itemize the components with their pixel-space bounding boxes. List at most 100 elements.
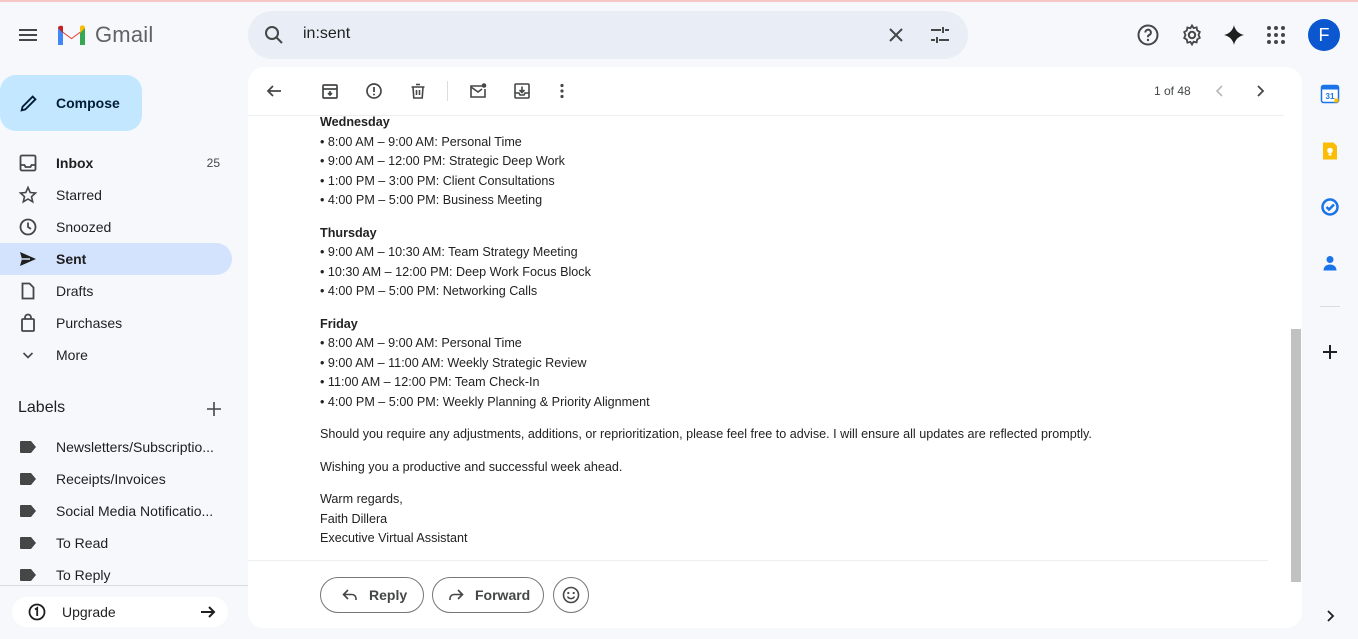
gmail-m-icon	[58, 25, 85, 45]
schedule-day-heading: Wednesday	[320, 115, 390, 129]
label-tag-icon	[20, 441, 36, 453]
sidebar-divider	[0, 585, 248, 586]
schedule-line: • 10:30 AM – 12:00 PM: Deep Work Focus B…	[320, 264, 591, 279]
main-menu-icon[interactable]	[16, 23, 40, 47]
upgrade-badge-icon	[28, 603, 46, 621]
labels-heading: Labels	[18, 399, 66, 416]
search-icon[interactable]	[262, 23, 286, 47]
clear-search-icon[interactable]	[884, 23, 908, 47]
sidebar-item-label: Sent	[56, 251, 87, 267]
contacts-icon[interactable]	[1320, 253, 1340, 273]
sidebar-item-more[interactable]: More	[0, 339, 232, 371]
schedule-day-heading: Friday	[320, 316, 358, 331]
star-icon	[18, 185, 38, 205]
arrow-right-icon	[198, 602, 218, 622]
expand-panel-chevron-icon[interactable]	[1320, 606, 1340, 626]
schedule-line: • 9:00 AM – 10:30 AM: Team Strategy Meet…	[320, 245, 578, 259]
send-icon	[18, 249, 38, 269]
apps-grid-icon[interactable]	[1264, 23, 1288, 47]
gmail-logo[interactable]: Gmail	[56, 22, 153, 48]
settings-gear-icon[interactable]	[1180, 23, 1204, 47]
newer-chevron-left-icon[interactable]	[1210, 81, 1230, 101]
schedule-line: • 8:00 AM – 9:00 AM: Personal Time	[320, 134, 522, 149]
mark-unread-icon[interactable]	[468, 81, 488, 101]
message-view: 1 of 48 Wednesday • 8:00 AM – 9:00 AM: P…	[248, 67, 1302, 628]
keep-notes-icon[interactable]	[1320, 141, 1340, 161]
gemini-sparkle-icon[interactable]	[1222, 23, 1246, 47]
chevron-down-icon	[18, 345, 38, 365]
tasks-icon[interactable]	[1320, 197, 1340, 217]
reply-arrow-icon	[341, 586, 359, 604]
emoji-reaction-button[interactable]	[553, 577, 589, 613]
more-vert-icon[interactable]	[552, 81, 572, 101]
shopping-bag-icon	[18, 313, 38, 333]
label-item[interactable]: Receipts/Invoices	[0, 463, 232, 495]
search-bar[interactable]: in:sent	[248, 11, 968, 59]
compose-label: Compose	[56, 95, 120, 111]
schedule-line: • 4:00 PM – 5:00 PM: Networking Calls	[320, 284, 538, 298]
add-addon-icon[interactable]	[1320, 342, 1340, 362]
older-chevron-right-icon[interactable]	[1250, 81, 1270, 101]
top-border	[0, 0, 1358, 2]
wish-line: Wishing you a productive and successful …	[320, 459, 623, 474]
sidebar-item-starred[interactable]: Starred	[0, 179, 232, 211]
message-divider	[248, 560, 1268, 561]
label-item[interactable]: To Read	[0, 527, 232, 559]
sidebar-item-label: Purchases	[56, 315, 123, 331]
sidebar-item-label: Inbox	[56, 155, 94, 171]
closing-paragraph: Should you require any adjustments, addi…	[320, 427, 1092, 441]
sidebar-nav: Inbox 25 Starred Snoozed Sent Drafts Pur…	[0, 147, 232, 371]
schedule-line: • 4:00 PM – 5:00 PM: Business Meeting	[320, 193, 543, 207]
search-input[interactable]: in:sent	[303, 25, 350, 43]
scrollbar-thumb[interactable]	[1291, 329, 1301, 582]
calendar-icon[interactable]: 31	[1320, 84, 1340, 104]
signoff: Warm regards,	[320, 492, 403, 506]
label-name: Social Media Notificatio...	[56, 503, 214, 519]
forward-arrow-icon	[447, 586, 465, 604]
schedule-line: • 1:00 PM – 3:00 PM: Client Consultation…	[320, 173, 555, 188]
sidebar-item-inbox[interactable]: Inbox 25	[0, 147, 232, 179]
clock-icon	[18, 217, 38, 237]
sidebar-item-purchases[interactable]: Purchases	[0, 307, 232, 339]
label-tag-icon	[20, 537, 36, 549]
account-avatar[interactable]: F	[1308, 19, 1340, 51]
back-arrow-icon[interactable]	[264, 81, 284, 101]
schedule-line: • 11:00 AM – 12:00 PM: Team Check-In	[320, 375, 540, 389]
label-item[interactable]: Newsletters/Subscriptio...	[0, 431, 232, 463]
compose-button[interactable]: Compose	[0, 75, 142, 131]
label-tag-icon	[20, 505, 36, 517]
sidebar-item-drafts[interactable]: Drafts	[0, 275, 232, 307]
svg-text:31: 31	[1326, 92, 1335, 101]
message-toolbar: 1 of 48	[248, 67, 1302, 115]
app-name: Gmail	[95, 22, 154, 47]
help-icon[interactable]	[1136, 23, 1160, 47]
reply-button[interactable]: Reply	[320, 577, 424, 613]
draft-icon	[18, 281, 38, 301]
trash-icon[interactable]	[408, 81, 428, 101]
report-spam-icon[interactable]	[364, 81, 384, 101]
upgrade-button[interactable]: Upgrade	[12, 597, 228, 627]
sidebar-item-sent[interactable]: Sent	[0, 243, 232, 275]
pencil-icon	[18, 92, 40, 114]
forward-label: Forward	[475, 587, 531, 603]
label-tag-icon	[20, 569, 36, 581]
archive-icon[interactable]	[320, 81, 340, 101]
label-name: Receipts/Invoices	[56, 471, 166, 487]
add-label-icon[interactable]	[204, 399, 224, 419]
sidebar-item-label: Snoozed	[56, 219, 112, 235]
sidebar-item-snoozed[interactable]: Snoozed	[0, 211, 232, 243]
sender-name: Faith Dillera	[320, 511, 388, 526]
toolbar-divider	[447, 81, 448, 101]
inbox-icon	[18, 153, 38, 173]
schedule-line: • 9:00 AM – 12:00 PM: Strategic Deep Wor…	[320, 154, 565, 168]
schedule-line: • 8:00 AM – 9:00 AM: Personal Time	[320, 336, 522, 350]
search-options-icon[interactable]	[928, 23, 952, 47]
sidebar-item-label: More	[56, 347, 88, 363]
label-item[interactable]: To Reply	[0, 559, 232, 591]
label-item[interactable]: Social Media Notificatio...	[0, 495, 232, 527]
label-name: To Reply	[56, 567, 111, 583]
move-to-icon[interactable]	[512, 81, 532, 101]
label-tag-icon	[20, 473, 36, 485]
forward-button[interactable]: Forward	[432, 577, 544, 613]
schedule-line: • 4:00 PM – 5:00 PM: Weekly Planning & P…	[320, 394, 650, 409]
